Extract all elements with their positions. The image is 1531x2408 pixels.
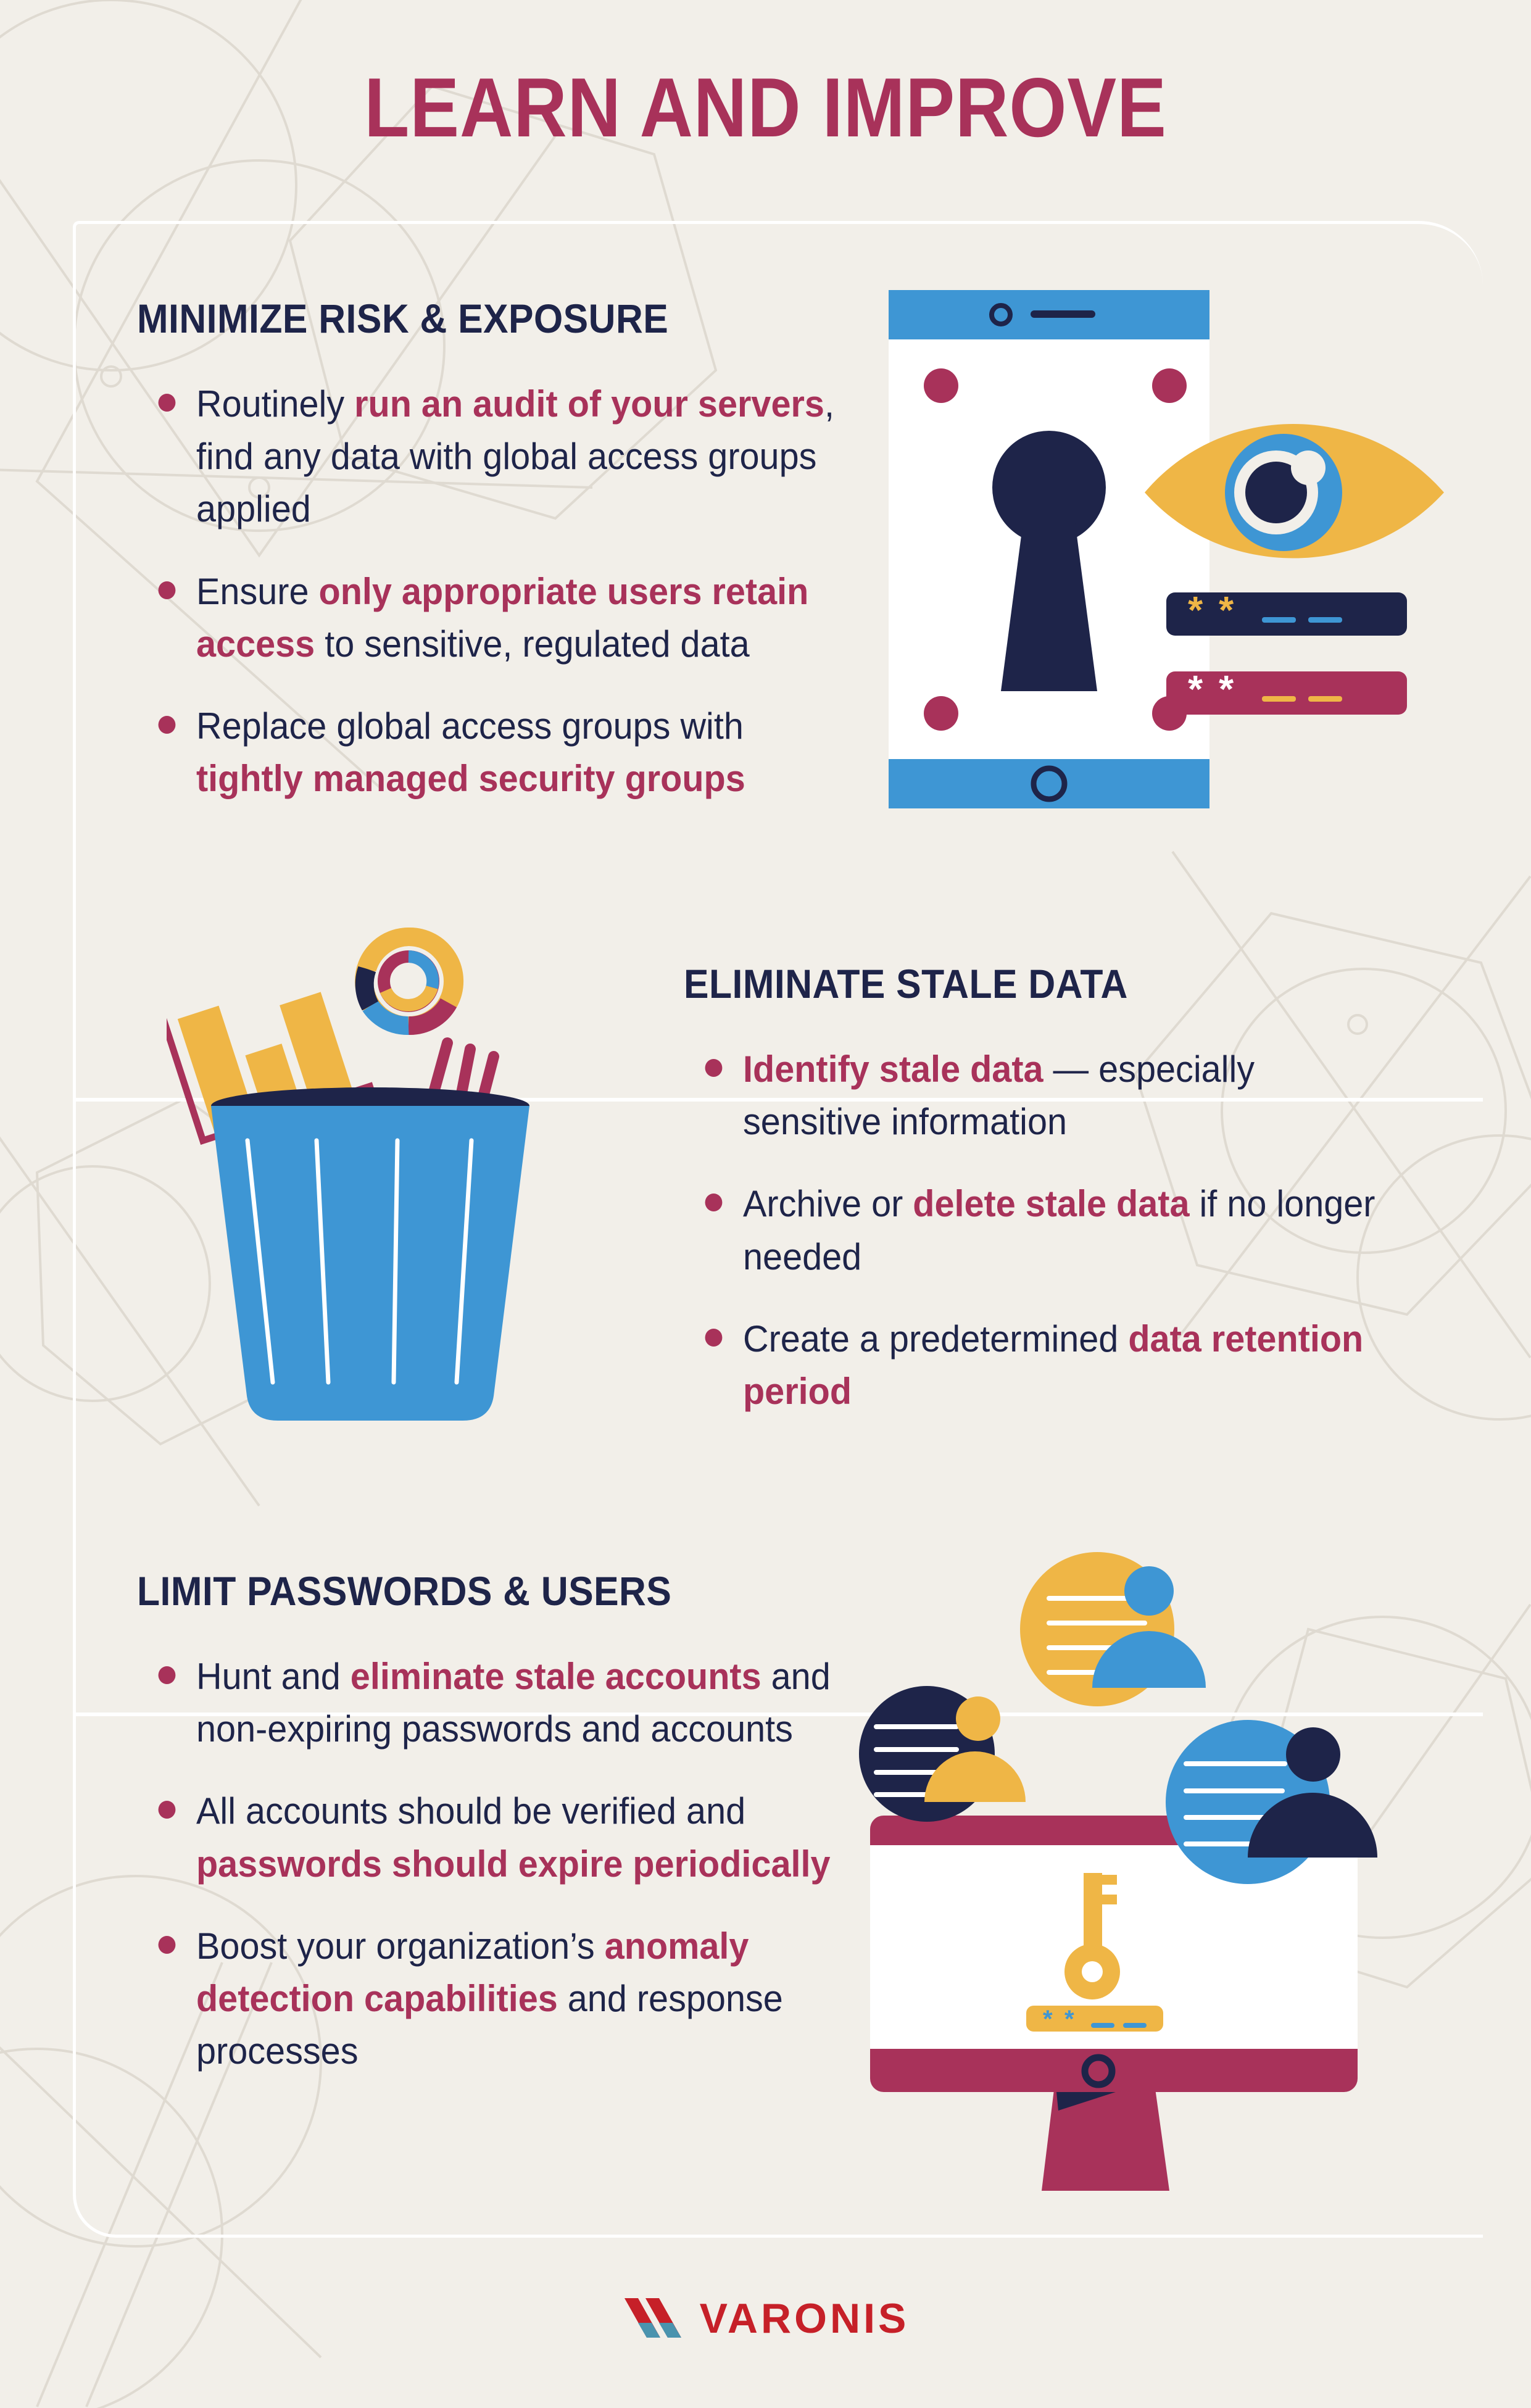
body-text: Routinely — [196, 383, 355, 425]
body-text: Boost your organization’s — [196, 1925, 605, 1967]
svg-text:*: * — [1064, 2006, 1074, 2033]
varonis-wordmark: VARONIS — [699, 2295, 910, 2342]
password-bar-crimson: * * — [1166, 668, 1407, 715]
svg-text:*: * — [1219, 668, 1234, 711]
body-text: Archive or — [743, 1183, 913, 1225]
body-text: Create a predetermined — [743, 1318, 1129, 1360]
list-item: Create a predetermined data retention pe… — [684, 1313, 1383, 1418]
phone-keyhole-eye-illustration: * * * * — [889, 290, 1444, 808]
user-badge-navy — [859, 1686, 1026, 1822]
highlighted-text: run an audit of your servers — [354, 383, 824, 425]
list-item: Boost your organization’s anomaly detect… — [137, 1920, 836, 2078]
varonis-mark-icon — [624, 2298, 681, 2338]
svg-text:*: * — [1219, 589, 1234, 632]
body-text: Hunt and — [196, 1656, 351, 1697]
page-title: LEARN AND IMPROVE — [364, 60, 1167, 154]
list-item: Archive or delete stale data if no longe… — [684, 1177, 1383, 1282]
password-bar-navy: * * — [1166, 589, 1407, 636]
donut-chart-icon — [355, 927, 464, 1035]
list-item: Hunt and eliminate stale accounts and no… — [137, 1650, 836, 1755]
section-heading: LIMIT PASSWORDS & USERS — [137, 1568, 672, 1614]
highlighted-text: delete stale data — [913, 1183, 1190, 1225]
body-text: Ensure — [196, 570, 319, 612]
varonis-logo: VARONIS — [0, 2294, 1531, 2344]
svg-text:*: * — [1043, 2006, 1053, 2033]
section-heading: MINIMIZE RISK & EXPOSURE — [137, 296, 669, 341]
monitor-key-users-illustration: * * — [859, 1552, 1377, 2191]
list-item: All accounts should be verified and pass… — [137, 1785, 836, 1890]
user-badge-amber — [1020, 1552, 1206, 1706]
svg-text:*: * — [1188, 668, 1203, 711]
body-text: to sensitive, regulated data — [315, 623, 750, 665]
section-eliminate-stale-data: ELIMINATE STALE DATA Identify stale data… — [684, 960, 1412, 1447]
highlighted-text: tightly managed security groups — [196, 758, 745, 800]
bullet-list: Hunt and eliminate stale accounts and no… — [137, 1650, 865, 2077]
highlighted-text: Identify stale data — [743, 1048, 1043, 1090]
section-heading: ELIMINATE STALE DATA — [684, 961, 1128, 1007]
trash-can-stale-data-illustration — [167, 927, 529, 1421]
body-text: Replace global access groups with — [196, 705, 744, 747]
section-limit-passwords-users: LIMIT PASSWORDS & USERS Hunt and elimina… — [137, 1567, 865, 2107]
svg-text:*: * — [1188, 589, 1203, 632]
highlighted-text: passwords should expire periodically — [196, 1843, 831, 1885]
list-item: Identify stale data — especially sensiti… — [684, 1043, 1383, 1148]
highlighted-text: eliminate stale accounts — [350, 1656, 761, 1697]
body-text: All accounts should be verified and — [196, 1790, 746, 1832]
password-field-amber: * * — [1026, 2006, 1163, 2033]
bullet-list: Routinely run an audit of your servers, … — [137, 378, 865, 805]
list-item: Ensure only appropriate users retain acc… — [137, 565, 836, 670]
list-item: Routinely run an audit of your servers, … — [137, 378, 836, 536]
list-item: Replace global access groups with tightl… — [137, 700, 836, 805]
bullet-list: Identify stale data — especially sensiti… — [684, 1043, 1412, 1418]
section-minimize-risk: MINIMIZE RISK & EXPOSURE Routinely run a… — [137, 295, 865, 834]
